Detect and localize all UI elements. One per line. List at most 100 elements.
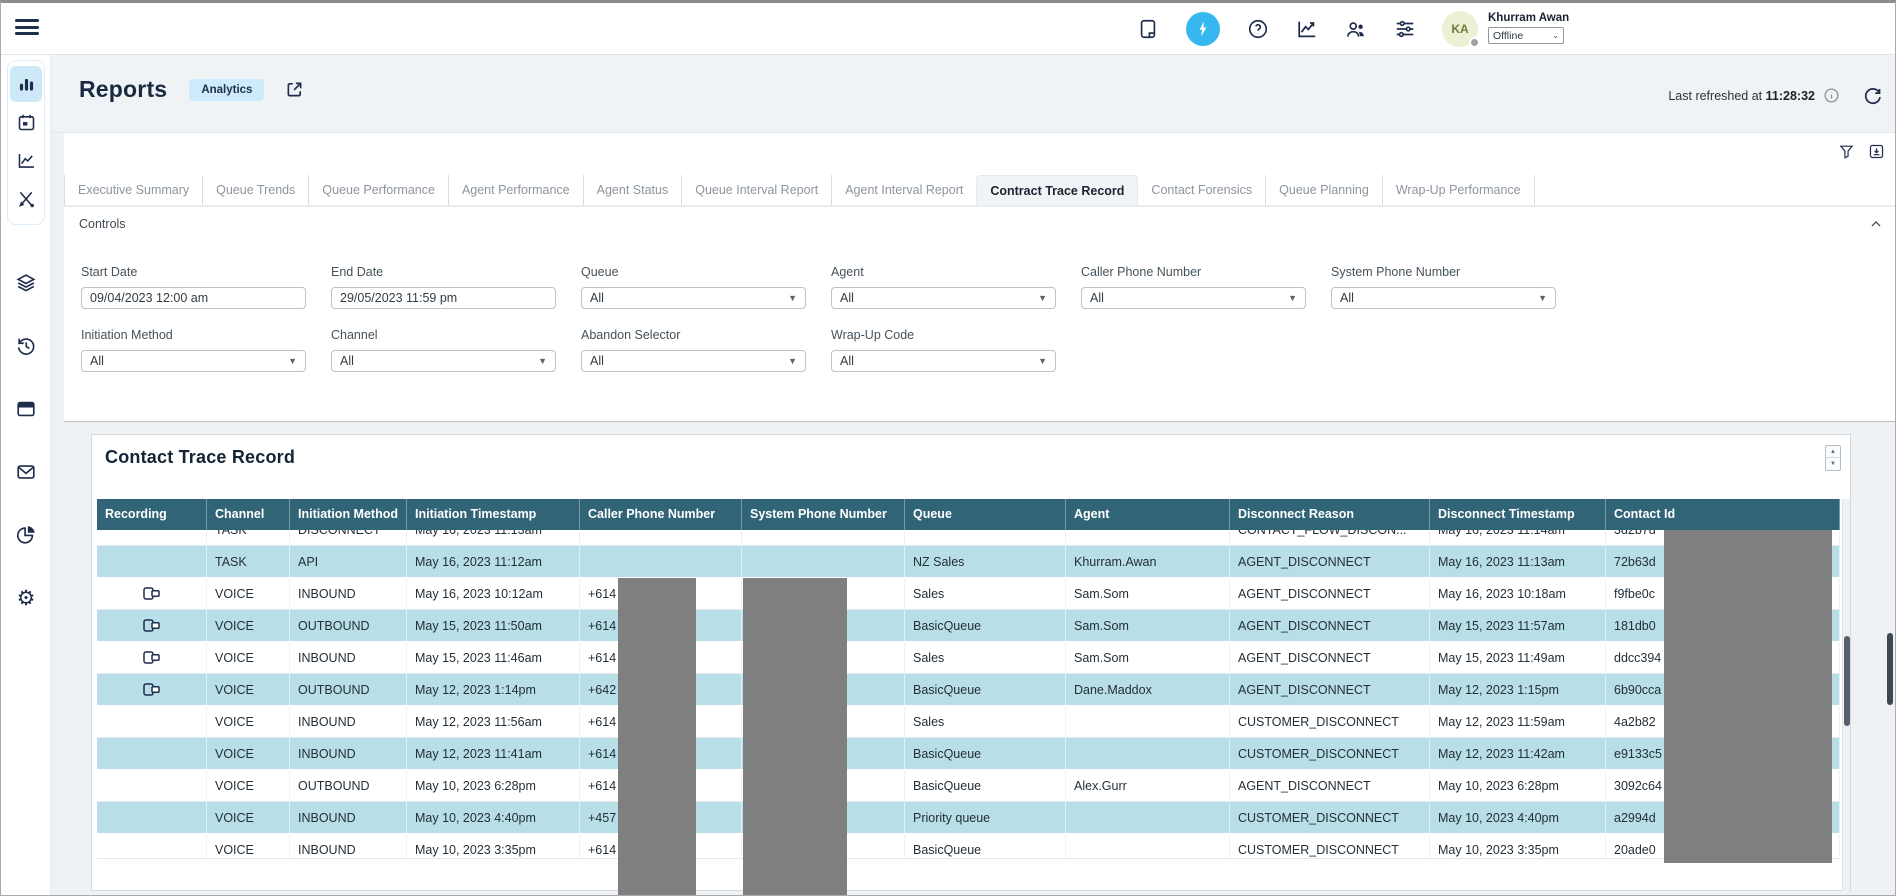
page-header-band: Reports Analytics Last refreshed at 11:2…: [51, 55, 1896, 133]
column-header-recording[interactable]: Recording: [97, 499, 207, 530]
table-row[interactable]: VOICEOUTBOUNDMay 12, 2023 1:14pm+642+612…: [97, 674, 1840, 706]
recording-icon[interactable]: [105, 674, 198, 705]
tab-queue-trends[interactable]: Queue Trends: [202, 175, 308, 205]
column-header-disconnect-timestamp[interactable]: Disconnect Timestamp: [1430, 499, 1606, 530]
redaction-box-caller-phone: [618, 578, 696, 896]
chevron-down-icon: ⌄: [1552, 31, 1559, 40]
tab-queue-planning[interactable]: Queue Planning: [1265, 175, 1382, 205]
topbar-icons: [1137, 3, 1416, 55]
cell-queue: BasicQueue: [905, 610, 1066, 641]
flash-icon[interactable]: [1186, 12, 1220, 46]
column-header-caller-phone-number[interactable]: Caller Phone Number: [580, 499, 742, 530]
collapse-chevron-icon[interactable]: [1869, 217, 1883, 231]
table-row[interactable]: TASKAPIMay 16, 2023 11:12amNZ SalesKhurr…: [97, 546, 1840, 578]
column-header-queue[interactable]: Queue: [905, 499, 1066, 530]
sidebar-item-reports[interactable]: [10, 66, 42, 102]
sidebar-item-design[interactable]: [10, 180, 42, 216]
dropdown-abandon-selector[interactable]: All▼: [581, 350, 806, 372]
tab-contract-trace-record[interactable]: Contract Trace Record: [976, 175, 1138, 205]
tab-agent-status[interactable]: Agent Status: [583, 175, 682, 205]
settings-sliders-icon[interactable]: [1394, 18, 1416, 40]
tab-queue-performance[interactable]: Queue Performance: [308, 175, 448, 205]
metrics-icon[interactable]: [1296, 18, 1318, 40]
cell-initiation-timestamp: May 16, 2023 11:13am: [407, 530, 580, 545]
table-row[interactable]: VOICEOUTBOUNDMay 15, 2023 11:50am+614+61…: [97, 610, 1840, 642]
help-icon[interactable]: [1247, 18, 1269, 40]
users-icon[interactable]: [1345, 18, 1367, 40]
cell-disconnect-timestamp: May 10, 2023 4:40pm: [1430, 802, 1606, 833]
dropdown-wrap-up-code[interactable]: All▼: [831, 350, 1056, 372]
column-header-initiation-timestamp[interactable]: Initiation Timestamp: [407, 499, 580, 530]
sidebar-item-settings[interactable]: ⚙: [10, 580, 42, 616]
external-link-icon[interactable]: [284, 79, 305, 100]
cell-initiation-method: INBOUND: [290, 738, 407, 769]
stepper-down-icon[interactable]: ▼: [1826, 458, 1840, 470]
cell-initiation-method: INBOUND: [290, 642, 407, 673]
menu-icon[interactable]: [15, 19, 39, 37]
sidebar-report-group: [7, 60, 45, 225]
column-header-system-phone-number[interactable]: System Phone Number: [742, 499, 905, 530]
cell-disconnect-timestamp: May 15, 2023 11:49am: [1430, 642, 1606, 673]
refresh-icon[interactable]: [1862, 85, 1883, 106]
sidebar-item-calendar[interactable]: [10, 104, 42, 140]
filter-icon[interactable]: [1838, 143, 1855, 160]
column-header-initiation-method[interactable]: Initiation Method: [290, 499, 407, 530]
info-icon[interactable]: [1823, 87, 1840, 104]
sidebar-item-layers[interactable]: [10, 265, 42, 301]
chevron-down-icon: ▼: [1288, 293, 1297, 303]
table-body: TASKDISCONNECTMay 16, 2023 11:13amCONTAC…: [97, 530, 1840, 859]
table-scrollbar[interactable]: [1842, 499, 1850, 891]
avatar-initials: KA: [1451, 22, 1468, 36]
cell-recording: [97, 834, 207, 858]
cell-queue: NZ Sales: [905, 546, 1066, 577]
table-scroll-stepper[interactable]: ▲ ▼: [1825, 445, 1841, 471]
calendar-icon: [16, 112, 37, 133]
tab-queue-interval-report[interactable]: Queue Interval Report: [681, 175, 831, 205]
table-row[interactable]: VOICEINBOUNDMay 10, 2023 4:40pm+457+612P…: [97, 802, 1840, 834]
download-icon[interactable]: [1868, 143, 1885, 160]
column-header-channel[interactable]: Channel: [207, 499, 290, 530]
contact-trace-table: RecordingChannelInitiation MethodInitiat…: [97, 499, 1840, 859]
dropdown-initiation-method[interactable]: All▼: [81, 350, 306, 372]
sidebar-item-history[interactable]: [10, 328, 42, 364]
table-row[interactable]: VOICEINBOUNDMay 12, 2023 11:56am+614+612…: [97, 706, 1840, 738]
tab-executive-summary[interactable]: Executive Summary: [64, 175, 202, 205]
status-select[interactable]: Offline ⌄: [1488, 27, 1564, 44]
page-scrollbar-thumb[interactable]: [1887, 633, 1893, 705]
table-row[interactable]: VOICEOUTBOUNDMay 10, 2023 6:28pm+614+612…: [97, 770, 1840, 802]
column-header-agent[interactable]: Agent: [1066, 499, 1230, 530]
recording-icon[interactable]: [105, 642, 198, 673]
tab-agent-performance[interactable]: Agent Performance: [448, 175, 583, 205]
column-header-disconnect-reason[interactable]: Disconnect Reason: [1230, 499, 1430, 530]
cell-agent: [1066, 706, 1230, 737]
table-row[interactable]: VOICEINBOUNDMay 16, 2023 10:12am+614+612…: [97, 578, 1840, 610]
table-scrollbar-thumb[interactable]: [1844, 636, 1850, 726]
dropdown-caller-phone-number[interactable]: All▼: [1081, 287, 1306, 309]
date-input-start-date[interactable]: 09/04/2023 12:00 am: [81, 287, 306, 309]
sidebar-item-mail[interactable]: [10, 454, 42, 490]
stepper-up-icon[interactable]: ▲: [1826, 446, 1840, 458]
filter-channel: ChannelAll▼: [331, 328, 556, 372]
column-header-contact-id[interactable]: Contact Id: [1606, 499, 1840, 530]
date-input-end-date[interactable]: 29/05/2023 11:59 pm: [331, 287, 556, 309]
table-row[interactable]: VOICEINBOUNDMay 12, 2023 11:41am+614+612…: [97, 738, 1840, 770]
recording-icon[interactable]: [105, 610, 198, 641]
dropdown-system-phone-number[interactable]: All▼: [1331, 287, 1556, 309]
table-row[interactable]: VOICEINBOUNDMay 10, 2023 3:35pm+614+612B…: [97, 834, 1840, 859]
dropdown-channel[interactable]: All▼: [331, 350, 556, 372]
sidebar-item-line-chart[interactable]: [10, 142, 42, 178]
sidebar-item-window[interactable]: [10, 391, 42, 427]
table-row[interactable]: TASKDISCONNECTMay 16, 2023 11:13amCONTAC…: [97, 530, 1840, 546]
avatar[interactable]: KA: [1442, 11, 1478, 47]
dropdown-agent[interactable]: All▼: [831, 287, 1056, 309]
cell-agent: [1066, 530, 1230, 545]
table-row[interactable]: VOICEINBOUNDMay 15, 2023 11:46am+614+612…: [97, 642, 1840, 674]
tab-wrap-up-performance[interactable]: Wrap-Up Performance: [1382, 175, 1535, 205]
recording-icon[interactable]: [105, 578, 198, 609]
notes-icon[interactable]: [1137, 18, 1159, 40]
filter-label: Agent: [831, 265, 1056, 279]
tab-contact-forensics[interactable]: Contact Forensics: [1138, 175, 1265, 205]
tab-agent-interval-report[interactable]: Agent Interval Report: [831, 175, 976, 205]
sidebar-item-pie-chart[interactable]: [10, 517, 42, 553]
dropdown-queue[interactable]: All▼: [581, 287, 806, 309]
